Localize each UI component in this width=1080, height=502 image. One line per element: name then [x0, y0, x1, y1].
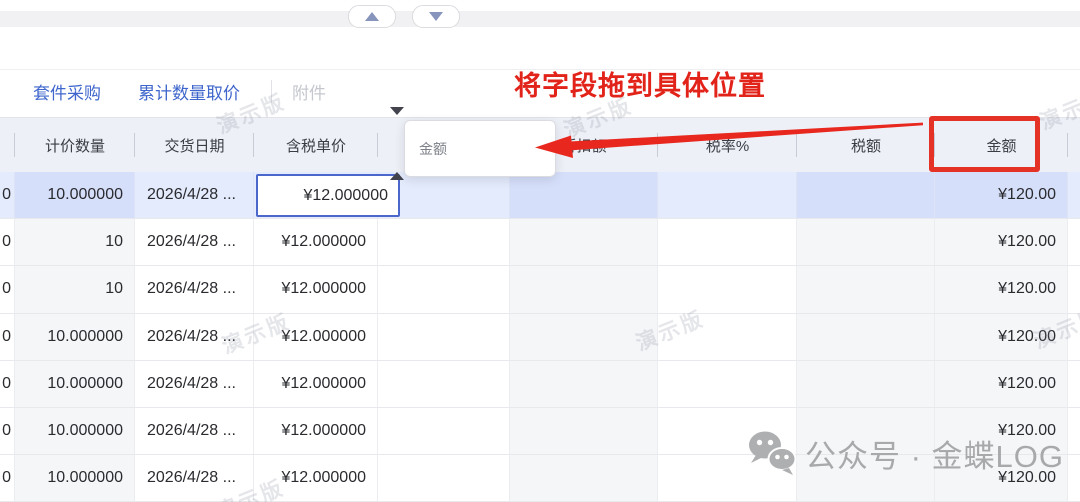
cell-discount[interactable] — [510, 408, 658, 454]
cell-edge-right[interactable] — [1068, 266, 1080, 312]
cell-price[interactable]: ¥12.000000 — [254, 219, 378, 265]
table-row[interactable]: 0 10 2026/4/28 ... ¥12.000000 ¥120.00 — [0, 219, 1080, 266]
table-row[interactable]: 0 10.000000 2026/4/28 ... ¥12.000000 ¥12… — [0, 314, 1080, 361]
cell-tax[interactable] — [797, 266, 935, 312]
cell-taxrate[interactable] — [658, 455, 797, 501]
cell-discount[interactable] — [510, 219, 658, 265]
unit-price-editor[interactable]: ¥12.000000 — [256, 174, 400, 217]
cell-amount[interactable]: ¥120.00 — [935, 455, 1068, 501]
cell-discount[interactable] — [510, 455, 658, 501]
cell-edge-right[interactable] — [1068, 314, 1080, 360]
cell-hidden[interactable] — [378, 314, 510, 360]
cell-price[interactable]: ¥12.000000 — [254, 361, 378, 407]
header-cell-tax[interactable]: 税额 — [797, 118, 935, 172]
cell-price[interactable]: ¥12.000000 — [254, 455, 378, 501]
cell-edge-right[interactable] — [1068, 219, 1080, 265]
cell-qty[interactable]: 10.000000 — [15, 172, 135, 218]
cell-tax[interactable] — [797, 314, 935, 360]
highlight-box — [929, 116, 1040, 172]
tab-divider — [271, 80, 272, 103]
cell-date[interactable]: 2026/4/28 ... — [135, 455, 254, 501]
header-cell-edge-right[interactable] — [1068, 118, 1080, 172]
cell-price[interactable]: ¥12.000000 — [254, 408, 378, 454]
annotation-text: 将字段拖到具体位置 — [514, 64, 766, 103]
cell-edge-right[interactable] — [1068, 361, 1080, 407]
cell-discount[interactable] — [510, 361, 658, 407]
up-arrow-icon — [365, 12, 379, 21]
cell-taxrate[interactable] — [658, 172, 797, 218]
cell-edge[interactable]: 0 — [0, 314, 15, 360]
cell-discount[interactable] — [510, 266, 658, 312]
cell-price[interactable]: ¥12.000000 — [254, 314, 378, 360]
cell-qty[interactable]: 10.000000 — [15, 455, 135, 501]
cell-discount[interactable] — [510, 172, 658, 218]
erp-grid-screen: 套件采购 累计数量取价 附件 计价数量 交货日期 含税单价 折扣额 税率% 税额… — [0, 0, 1080, 502]
cell-tax[interactable] — [797, 455, 935, 501]
table-row[interactable]: 0 10.000000 2026/4/28 ... ¥12.000000 ¥12… — [0, 361, 1080, 408]
down-arrow-icon — [429, 12, 443, 21]
cell-qty[interactable]: 10 — [15, 219, 135, 265]
cell-taxrate[interactable] — [658, 266, 797, 312]
cell-tax[interactable] — [797, 172, 935, 218]
header-cell-price[interactable]: 含税单价 — [254, 118, 378, 172]
cell-date[interactable]: 2026/4/28 ... — [135, 408, 254, 454]
header-cell-edge[interactable] — [0, 118, 15, 172]
cell-edge[interactable]: 0 — [0, 219, 15, 265]
top-strip — [0, 11, 1080, 27]
cell-tax[interactable] — [797, 219, 935, 265]
drop-indicator-up-icon — [390, 172, 404, 180]
cell-date[interactable]: 2026/4/28 ... — [135, 172, 254, 218]
cell-qty[interactable]: 10.000000 — [15, 314, 135, 360]
cell-amount[interactable]: ¥120.00 — [935, 408, 1068, 454]
cell-qty[interactable]: 10 — [15, 266, 135, 312]
tab-attachment[interactable]: 附件 — [292, 79, 326, 104]
cell-edge[interactable]: 0 — [0, 455, 15, 501]
cell-taxrate[interactable] — [658, 361, 797, 407]
cell-taxrate[interactable] — [658, 408, 797, 454]
table-body: 0 10.000000 2026/4/28 ... ¥120.00 0 10 2… — [0, 172, 1080, 502]
header-cell-date[interactable]: 交货日期 — [135, 118, 254, 172]
cell-amount[interactable]: ¥120.00 — [935, 266, 1068, 312]
cell-edge-right[interactable] — [1068, 455, 1080, 501]
cell-edge[interactable]: 0 — [0, 172, 15, 218]
cell-hidden[interactable] — [378, 455, 510, 501]
cell-edge[interactable]: 0 — [0, 266, 15, 312]
cell-date[interactable]: 2026/4/28 ... — [135, 266, 254, 312]
cell-tax[interactable] — [797, 361, 935, 407]
collapse-down-button[interactable] — [412, 5, 460, 28]
collapse-up-button[interactable] — [348, 5, 396, 28]
table-row[interactable]: 0 10.000000 2026/4/28 ... ¥12.000000 ¥12… — [0, 455, 1080, 502]
cell-tax[interactable] — [797, 408, 935, 454]
header-cell-taxrate[interactable]: 税率% — [658, 118, 797, 172]
tab-cumulative-qty-pricing[interactable]: 累计数量取价 — [138, 79, 240, 104]
cell-date[interactable]: 2026/4/28 ... — [135, 219, 254, 265]
tab-suite-purchase[interactable]: 套件采购 — [33, 79, 101, 104]
cell-hidden[interactable] — [378, 408, 510, 454]
cell-taxrate[interactable] — [658, 219, 797, 265]
cell-edge[interactable]: 0 — [0, 361, 15, 407]
cell-amount[interactable]: ¥120.00 — [935, 361, 1068, 407]
cell-price[interactable]: ¥12.000000 — [254, 266, 378, 312]
cell-date[interactable]: 2026/4/28 ... — [135, 314, 254, 360]
cell-hidden[interactable] — [378, 219, 510, 265]
cell-amount[interactable]: ¥120.00 — [935, 219, 1068, 265]
cell-taxrate[interactable] — [658, 314, 797, 360]
cell-hidden[interactable] — [378, 361, 510, 407]
cell-amount[interactable]: ¥120.00 — [935, 314, 1068, 360]
cell-qty[interactable]: 10.000000 — [15, 408, 135, 454]
table-row[interactable]: 0 10.000000 2026/4/28 ... ¥120.00 — [0, 172, 1080, 219]
cell-edge-right[interactable] — [1068, 172, 1080, 218]
header-cell-qty[interactable]: 计价数量 — [15, 118, 135, 172]
cell-edge[interactable]: 0 — [0, 408, 15, 454]
drop-indicator-down-icon — [390, 107, 404, 115]
cell-qty[interactable]: 10.000000 — [15, 361, 135, 407]
table-row[interactable]: 0 10 2026/4/28 ... ¥12.000000 ¥120.00 — [0, 266, 1080, 313]
cell-edge-right[interactable] — [1068, 408, 1080, 454]
cell-discount[interactable] — [510, 314, 658, 360]
cell-hidden[interactable] — [378, 266, 510, 312]
dragged-column-ghost[interactable]: 金额 — [404, 120, 556, 177]
cell-amount[interactable]: ¥120.00 — [935, 172, 1068, 218]
cell-date[interactable]: 2026/4/28 ... — [135, 361, 254, 407]
table-row[interactable]: 0 10.000000 2026/4/28 ... ¥12.000000 ¥12… — [0, 408, 1080, 455]
